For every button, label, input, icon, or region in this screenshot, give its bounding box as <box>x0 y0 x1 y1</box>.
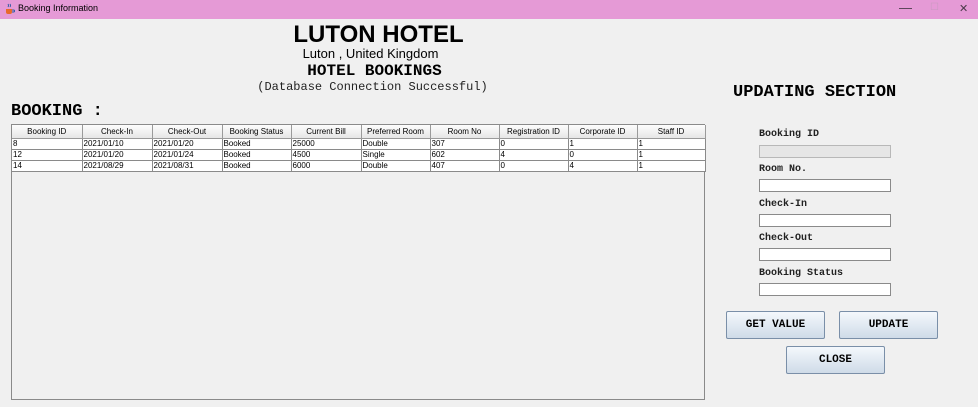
hotel-name: LUTON HOTEL <box>293 21 464 48</box>
booking-status-label: Booking Status <box>759 268 844 279</box>
check-out-label: Check-Out <box>759 233 814 244</box>
updating-section-title: UPDATING SECTION <box>733 83 897 102</box>
table-cell[interactable]: Booked <box>222 160 292 172</box>
table-cell[interactable]: 6000 <box>291 160 362 172</box>
table-row[interactable]: 14 2021/08/29 2021/08/31 Booked 6000 Dou… <box>12 160 706 172</box>
java-coffee-icon <box>6 3 15 14</box>
column-header-check-in[interactable]: Check-In <box>82 125 153 139</box>
column-header-preferred-room[interactable]: Preferred Room <box>361 125 431 139</box>
column-header-booking-id[interactable]: Booking ID <box>12 125 83 139</box>
table-cell[interactable]: 8 <box>12 138 83 150</box>
room-no-field[interactable] <box>759 179 891 192</box>
table-cell[interactable]: 1 <box>637 149 706 161</box>
window-title: Booking Information <box>18 3 99 13</box>
table-cell[interactable]: 4500 <box>291 149 362 161</box>
table-header-row: Booking ID Check-In Check-Out Booking St… <box>12 125 706 139</box>
table-cell[interactable]: 1 <box>637 138 706 150</box>
column-header-current-bill[interactable]: Current Bill <box>291 125 362 139</box>
close-window-button[interactable]: ✕ <box>959 2 968 15</box>
hotel-location: Luton , United Kingdom <box>302 46 439 61</box>
check-out-field[interactable] <box>759 248 891 261</box>
table-cell[interactable]: Single <box>361 149 431 161</box>
table-cell[interactable]: 1 <box>637 160 706 172</box>
column-header-room-no[interactable]: Room No <box>430 125 500 139</box>
column-header-check-out[interactable]: Check-Out <box>152 125 223 139</box>
bookings-title: HOTEL BOOKINGS <box>307 62 442 80</box>
table-cell[interactable]: 2021/08/29 <box>82 160 153 172</box>
table-cell[interactable]: 1 <box>568 138 638 150</box>
booking-status-field[interactable] <box>759 283 891 296</box>
table-cell[interactable]: Booked <box>222 138 292 150</box>
table-cell[interactable]: Double <box>361 138 431 150</box>
column-header-booking-status[interactable]: Booking Status <box>222 125 292 139</box>
column-header-corporate-id[interactable]: Corporate ID <box>568 125 638 139</box>
column-header-registration-id[interactable]: Registration ID <box>499 125 569 139</box>
room-no-label: Room No. <box>759 164 808 175</box>
table-cell[interactable]: 307 <box>430 138 500 150</box>
column-header-staff-id[interactable]: Staff ID <box>637 125 706 139</box>
table-cell[interactable]: 14 <box>12 160 83 172</box>
get-value-button[interactable]: GET VALUE <box>726 311 825 339</box>
minimize-button[interactable]: — <box>899 0 912 15</box>
check-in-field[interactable] <box>759 214 891 227</box>
table-cell[interactable]: 407 <box>430 160 500 172</box>
table-cell[interactable]: Booked <box>222 149 292 161</box>
bookings-table-panel[interactable]: Booking ID Check-In Check-Out Booking St… <box>11 124 706 400</box>
table-cell[interactable]: 25000 <box>291 138 362 150</box>
table-cell[interactable]: 2021/01/24 <box>152 149 223 161</box>
booking-section-title: BOOKING : <box>11 102 103 121</box>
table-row[interactable]: 12 2021/01/20 2021/01/24 Booked 4500 Sin… <box>12 149 706 161</box>
table-cell[interactable]: 2021/01/10 <box>82 138 153 150</box>
table-cell[interactable]: 2021/01/20 <box>152 138 223 150</box>
check-in-label: Check-In <box>759 199 808 210</box>
table-cell[interactable]: 0 <box>499 138 569 150</box>
update-button[interactable]: UPDATE <box>839 311 938 339</box>
table-cell[interactable]: Double <box>361 160 431 172</box>
table-cell[interactable]: 4 <box>568 160 638 172</box>
booking-id-label: Booking ID <box>759 129 820 140</box>
table-cell[interactable]: 0 <box>568 149 638 161</box>
window-titlebar[interactable]: Booking Information — ☐ ✕ <box>0 0 978 19</box>
table-cell[interactable]: 2021/01/20 <box>82 149 153 161</box>
booking-id-field[interactable] <box>759 145 891 158</box>
table-cell[interactable]: 602 <box>430 149 500 161</box>
table-cell[interactable]: 12 <box>12 149 83 161</box>
table-cell[interactable]: 4 <box>499 149 569 161</box>
maximize-button[interactable]: ☐ <box>930 2 939 13</box>
table-cell[interactable]: 0 <box>499 160 569 172</box>
bookings-table: Booking ID Check-In Check-Out Booking St… <box>12 125 706 172</box>
table-cell[interactable]: 2021/08/31 <box>152 160 223 172</box>
close-button[interactable]: CLOSE <box>786 346 885 374</box>
db-status-text: (Database Connection Successful) <box>257 80 488 94</box>
table-row[interactable]: 8 2021/01/10 2021/01/20 Booked 25000 Dou… <box>12 138 706 150</box>
